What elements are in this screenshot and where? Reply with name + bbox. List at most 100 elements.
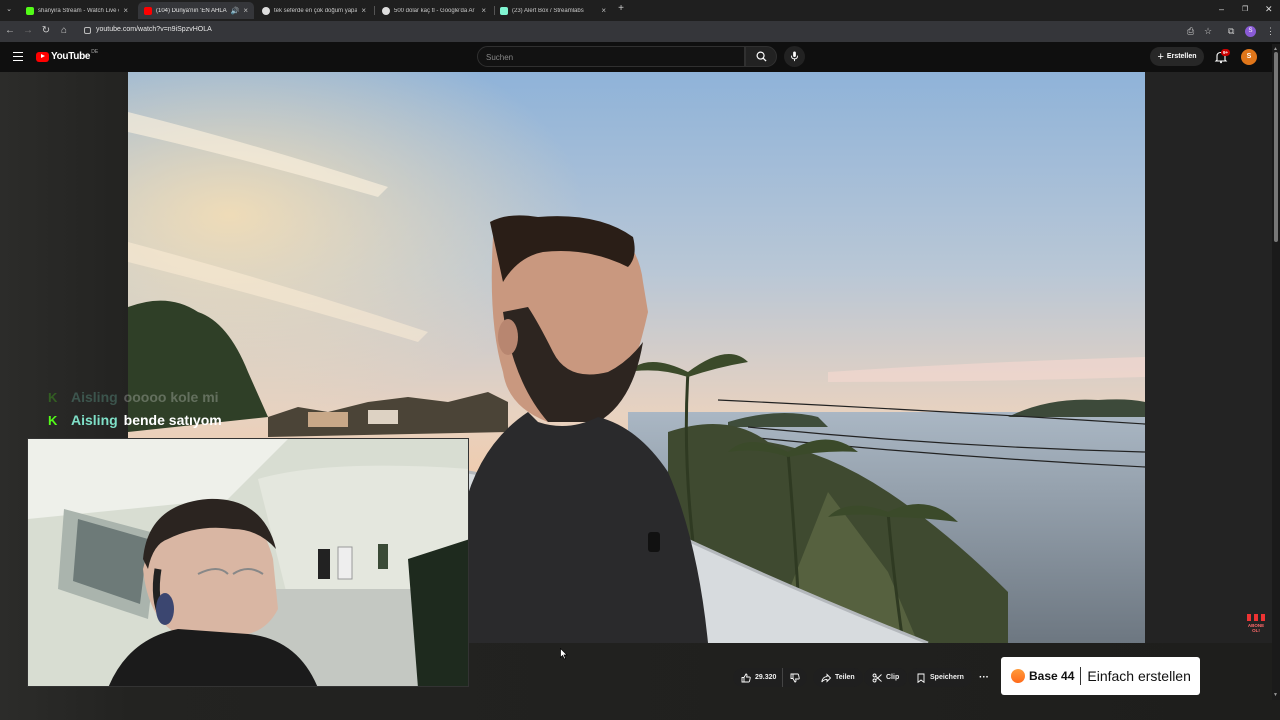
thumbs-down-icon	[790, 673, 801, 682]
clip-action: Clip	[864, 668, 908, 687]
subscribe-overlay-text: ABONE OL!	[1247, 623, 1265, 633]
subscribe-overlay-badge: ABONE OL!	[1245, 612, 1267, 633]
chat-text: bende satıyom	[123, 412, 222, 428]
forward-icon[interactable]: →	[22, 25, 34, 37]
share-action: Teilen	[813, 668, 863, 687]
search-icon	[756, 51, 767, 62]
scroll-up-arrow-icon[interactable]: ▲	[1273, 46, 1278, 52]
create-button[interactable]: + Erstellen	[1150, 47, 1204, 66]
sponsor-banner[interactable]: Base 44 Einfach erstellen	[1001, 657, 1200, 695]
search-button[interactable]	[745, 46, 777, 67]
base44-logo-icon	[1011, 669, 1025, 683]
install-app-icon[interactable]: ⎙	[1187, 26, 1194, 37]
close-icon[interactable]: ×	[361, 6, 366, 15]
youtube-wordmark: YouTube	[51, 51, 91, 62]
plus-icon: +	[1157, 50, 1164, 63]
bell-overlay-icon	[1247, 614, 1265, 621]
tab-favicon	[262, 6, 270, 15]
address-bar: ← → ↻ ⌂ youtube.com/watch?v=n9iSpzvHOLA …	[0, 21, 1280, 42]
webcam-overlay	[27, 438, 469, 687]
right-panel	[1145, 72, 1272, 643]
sponsor-tagline: Einfach erstellen	[1087, 668, 1191, 684]
restore-icon[interactable]: ❐	[1242, 5, 1248, 13]
back-icon[interactable]: ←	[4, 25, 16, 37]
browser-tab-strip: ⌄ shanyira Stream - Watch Live o × (104)…	[0, 0, 1280, 21]
sponsor-divider	[1080, 667, 1082, 685]
save-action: Speichern	[908, 668, 972, 687]
tab-favicon	[26, 6, 34, 15]
chat-text: ooooo kole mi	[123, 389, 219, 405]
save-button[interactable]: Speichern	[908, 668, 972, 687]
youtube-logo[interactable]: YouTube DE	[36, 48, 99, 62]
browser-tab-2[interactable]: tek seferde en çok doğum yapa ×	[256, 2, 372, 19]
scrollbar-thumb[interactable]	[1274, 52, 1278, 242]
video-actions: 29.320	[733, 668, 808, 687]
notification-badge: 9+	[1221, 49, 1231, 56]
close-icon[interactable]: ×	[601, 6, 606, 15]
search-box	[477, 46, 745, 67]
share-button[interactable]: Teilen	[813, 668, 863, 687]
reload-icon[interactable]: ↻	[40, 25, 52, 37]
minimize-icon[interactable]: –	[1219, 4, 1224, 14]
youtube-play-icon	[36, 51, 49, 62]
bookmark-star-icon[interactable]: ☆	[1204, 26, 1212, 37]
site-info-icon[interactable]	[84, 27, 91, 34]
webcam-frame	[28, 439, 468, 686]
close-icon[interactable]: ×	[123, 6, 128, 15]
extensions-icon[interactable]: ⧉	[1228, 26, 1234, 37]
create-label: Erstellen	[1166, 53, 1197, 60]
account-avatar[interactable]: S	[1241, 49, 1257, 65]
scroll-down-arrow-icon[interactable]: ▼	[1273, 692, 1278, 698]
clip-label: Clip	[886, 674, 900, 681]
youtube-header: YouTube DE + Erstellen 9+ S	[0, 42, 1280, 72]
sponsor-brand: Base 44	[1029, 669, 1075, 683]
tab-title: tek seferde en çok doğum yapa	[274, 7, 358, 14]
kick-logo-icon: K	[48, 412, 58, 428]
chat-message: K Aisling ooooo kole mi	[48, 389, 219, 405]
speaker-icon[interactable]: 🔊	[231, 7, 240, 15]
chat-username: Aisling	[71, 412, 118, 428]
tab-search-icon[interactable]: ⌄	[3, 4, 15, 16]
browser-tab-1[interactable]: (104) Dünya'nın 'EN AHLAK 🔊 ×	[138, 2, 254, 19]
like-button[interactable]: 29.320	[733, 668, 783, 687]
menu-icon[interactable]	[13, 52, 23, 61]
home-icon[interactable]: ⌂	[58, 25, 70, 37]
mouse-cursor-icon	[560, 648, 568, 660]
search-input[interactable]	[478, 48, 744, 67]
thumbs-up-icon	[741, 673, 751, 682]
save-bookmark-icon	[917, 673, 925, 683]
url-field[interactable]: youtube.com/watch?v=n9iSpzvHOLA	[96, 26, 212, 33]
more-actions-button[interactable]: ···	[975, 668, 993, 687]
tab-favicon	[144, 6, 152, 15]
tab-divider	[374, 6, 375, 15]
like-count: 29.320	[755, 674, 777, 681]
tab-favicon	[382, 6, 390, 15]
share-arrow-icon	[821, 672, 831, 683]
tab-title: (23) Alert Box / Streamlabs	[512, 7, 584, 14]
dislike-button[interactable]	[782, 668, 808, 687]
chat-message: K Aisling bende satıyom	[48, 412, 222, 428]
browser-menu-icon[interactable]: ⋮	[1266, 26, 1275, 37]
tab-title: shanyira Stream - Watch Live o	[38, 7, 120, 14]
save-label: Speichern	[930, 674, 964, 681]
close-icon[interactable]: ×	[243, 6, 248, 15]
tab-title: (104) Dünya'nın 'EN AHLAK	[156, 7, 227, 14]
kick-logo-icon: K	[48, 389, 58, 405]
new-tab-icon[interactable]: +	[615, 3, 627, 15]
more-horizontal-icon: ···	[979, 672, 989, 683]
close-icon[interactable]: ×	[481, 6, 486, 15]
tab-favicon	[500, 6, 508, 15]
browser-tab-3[interactable]: 500 dolar kaç tl - Google'da Ar ×	[376, 2, 492, 19]
browser-profile-avatar[interactable]: S	[1245, 26, 1256, 37]
browser-tab-4[interactable]: (23) Alert Box / Streamlabs ×	[494, 2, 612, 19]
scissors-icon	[872, 673, 882, 682]
tab-title: 500 dolar kaç tl - Google'da Ar	[394, 7, 475, 14]
chat-username: Aisling	[71, 389, 118, 405]
browser-tab-0[interactable]: shanyira Stream - Watch Live o ×	[20, 2, 134, 19]
voice-search-button[interactable]	[784, 46, 805, 67]
clip-button[interactable]: Clip	[864, 668, 908, 687]
share-label: Teilen	[835, 674, 855, 681]
region-code: DE	[91, 48, 99, 55]
microphone-icon	[791, 51, 798, 62]
window-close-icon[interactable]: ✕	[1265, 4, 1273, 15]
